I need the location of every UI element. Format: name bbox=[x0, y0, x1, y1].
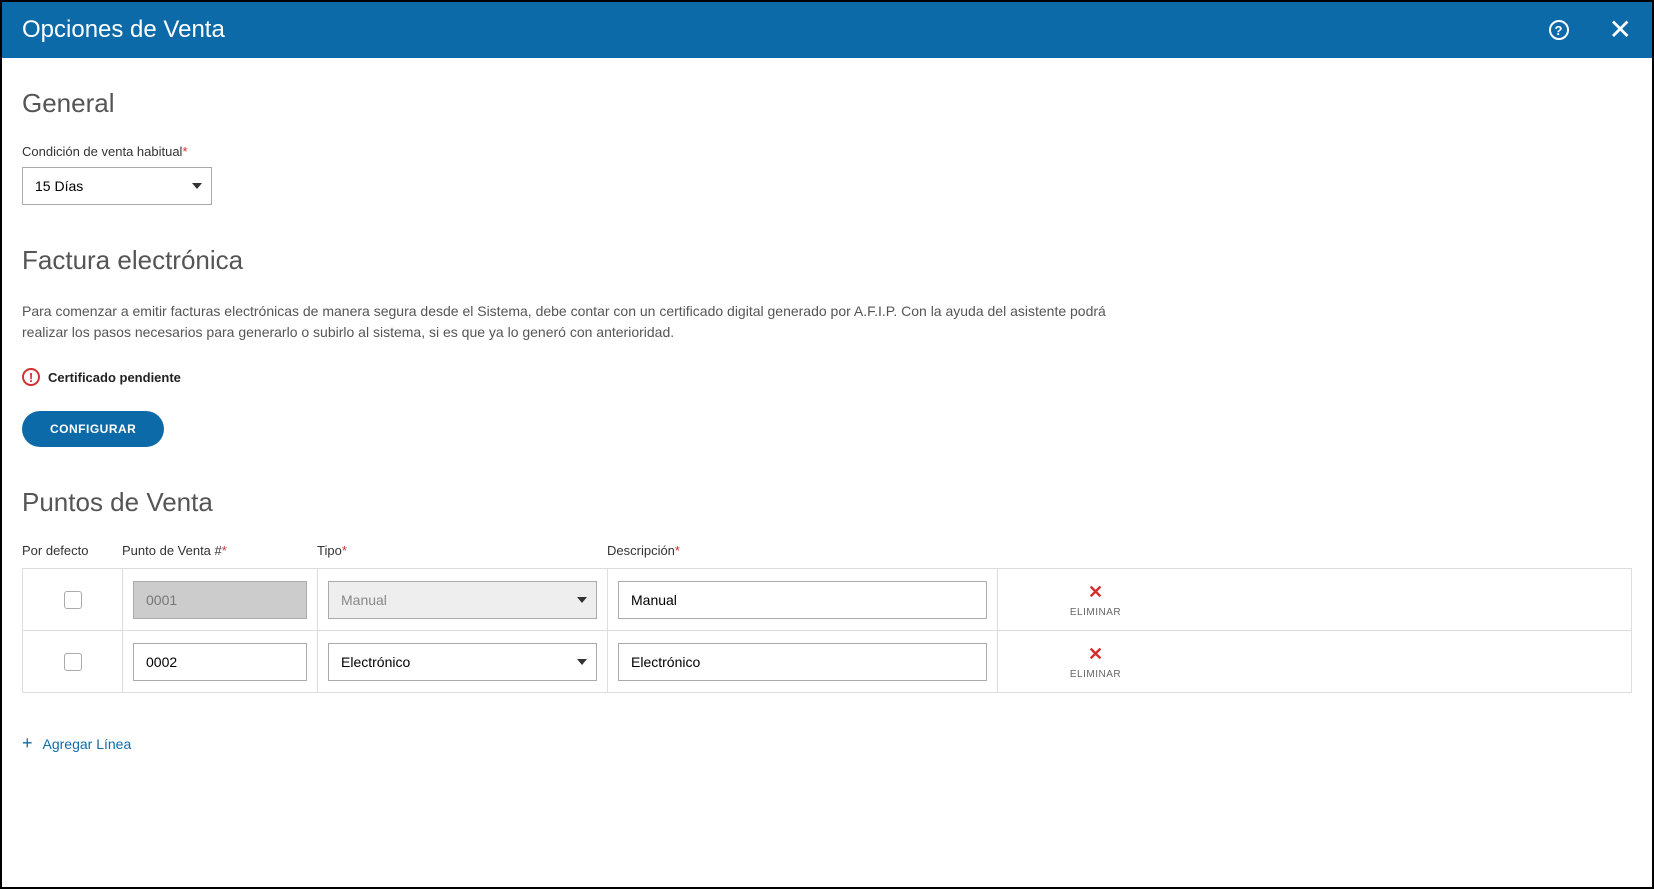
warning-icon: ! bbox=[22, 368, 40, 386]
help-icon[interactable]: ? bbox=[1549, 20, 1569, 40]
close-icon[interactable]: ✕ bbox=[1609, 16, 1632, 44]
pos-number-input[interactable] bbox=[133, 643, 307, 681]
condition-label: Condición de venta habitual* bbox=[22, 144, 1632, 159]
general-section-title: General bbox=[22, 88, 1632, 119]
header-actions: ? ✕ bbox=[1549, 16, 1632, 44]
warning-text: Certificado pendiente bbox=[48, 370, 181, 385]
invoice-description: Para comenzar a emitir facturas electrón… bbox=[22, 301, 1122, 343]
number-cell bbox=[123, 569, 318, 630]
desc-cell bbox=[608, 631, 998, 692]
dialog-title: Opciones de Venta bbox=[22, 16, 225, 44]
add-line-button[interactable]: + Agregar Línea bbox=[22, 733, 1632, 754]
header-description: Descripción* bbox=[607, 543, 997, 558]
delete-label: ELIMINAR bbox=[1070, 607, 1121, 618]
delete-icon[interactable]: ✕ bbox=[1088, 582, 1103, 603]
header-type: Tipo* bbox=[317, 543, 607, 558]
condition-select[interactable] bbox=[22, 167, 212, 205]
configure-button[interactable]: CONFIGURAR bbox=[22, 411, 164, 447]
default-checkbox[interactable] bbox=[64, 653, 82, 671]
table-row: ✕ ELIMINAR bbox=[23, 631, 1631, 693]
pos-desc-input[interactable] bbox=[618, 581, 987, 619]
desc-cell bbox=[608, 569, 998, 630]
type-cell bbox=[318, 569, 608, 630]
delete-icon[interactable]: ✕ bbox=[1088, 644, 1103, 665]
dialog-header: Opciones de Venta ? ✕ bbox=[2, 2, 1652, 58]
number-cell bbox=[123, 631, 318, 692]
pos-table-headers: Por defecto Punto de Venta #* Tipo* Desc… bbox=[22, 543, 1632, 558]
default-cell bbox=[23, 569, 123, 630]
certificate-warning: ! Certificado pendiente bbox=[22, 368, 1632, 386]
invoice-section-title: Factura electrónica bbox=[22, 245, 1632, 276]
required-marker: * bbox=[182, 144, 187, 159]
table-row: ✕ ELIMINAR bbox=[23, 569, 1631, 631]
condition-select-wrapper bbox=[22, 167, 212, 205]
header-default: Por defecto bbox=[22, 543, 122, 558]
type-cell bbox=[318, 631, 608, 692]
action-cell: ✕ ELIMINAR bbox=[998, 631, 1193, 692]
dialog-content: General Condición de venta habitual* Fac… bbox=[2, 58, 1652, 784]
pos-section-title: Puntos de Venta bbox=[22, 487, 1632, 518]
plus-icon: + bbox=[22, 733, 33, 754]
action-cell: ✕ ELIMINAR bbox=[998, 569, 1193, 630]
pos-type-select bbox=[328, 581, 597, 619]
default-cell bbox=[23, 631, 123, 692]
pos-desc-input[interactable] bbox=[618, 643, 987, 681]
header-number: Punto de Venta #* bbox=[122, 543, 317, 558]
pos-table-body: ✕ ELIMINAR bbox=[22, 568, 1632, 693]
pos-number-input bbox=[133, 581, 307, 619]
add-line-label: Agregar Línea bbox=[43, 736, 132, 752]
default-checkbox[interactable] bbox=[64, 591, 82, 609]
delete-label: ELIMINAR bbox=[1070, 669, 1121, 680]
pos-type-select[interactable] bbox=[328, 643, 597, 681]
